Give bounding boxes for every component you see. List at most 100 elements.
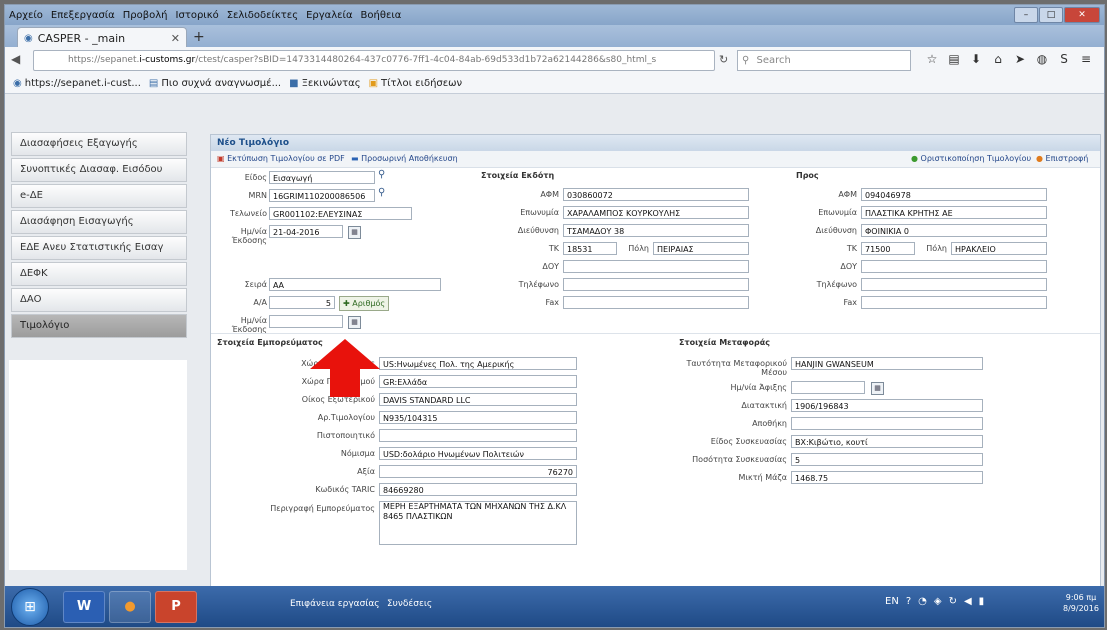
vehicle-field[interactable]: HANJIN GWANSEUM [791, 357, 983, 370]
menu-view[interactable]: Προβολή [119, 10, 172, 21]
gross-mass-field[interactable]: 1468.75 [791, 471, 983, 484]
reading-list-icon[interactable]: ▤ [943, 52, 965, 66]
aa-field[interactable]: 5 [269, 296, 335, 309]
firefox-app-button[interactable]: ● [109, 591, 151, 623]
issue-date-field[interactable]: 21-04-2016 [269, 225, 343, 238]
package-qty-field[interactable]: 5 [791, 453, 983, 466]
recipient-address-field[interactable]: ΦΟΙΝΙΚΙΑ 0 [861, 224, 1047, 237]
print-pdf-button[interactable]: ▣ Εκτύπωση Τιμολογίου σε PDF [217, 151, 345, 167]
language-indicator[interactable]: EN [885, 596, 899, 607]
issuer-afm-field[interactable]: 030860072 [563, 188, 749, 201]
return-button[interactable]: ● Επιστροφή [1036, 151, 1088, 167]
chat-icon[interactable]: ◍ [1031, 52, 1053, 66]
issue-date2-field[interactable] [269, 315, 343, 328]
value-field[interactable]: 76270 [379, 465, 577, 478]
word-app-button[interactable]: W [63, 591, 105, 623]
issuer-address-field[interactable]: ΤΣΑΜΑΔΟΥ 38 [563, 224, 749, 237]
close-icon[interactable]: ✕ [1064, 7, 1100, 23]
issuer-city-field[interactable]: ΠΕΙΡΑΙΑΣ [653, 242, 749, 255]
search-input[interactable]: ⚲ Search [737, 50, 911, 71]
issuer-fax-field[interactable] [563, 296, 749, 309]
currency-field[interactable]: USD:δολάριο Ηνωμένων Πολιτειών [379, 447, 577, 460]
signal-icon[interactable]: ▮ [979, 596, 985, 607]
menu-history[interactable]: Ιστορικό [172, 10, 223, 21]
recipient-doy-field[interactable] [861, 260, 1047, 273]
menu-help[interactable]: Βοήθεια [357, 10, 406, 21]
recipient-phone-field[interactable] [861, 278, 1047, 291]
lookup-search-icon[interactable]: ⚲ [378, 187, 385, 198]
menu-edit[interactable]: Επεξεργασία [47, 10, 119, 21]
skype-icon[interactable]: S [1053, 52, 1075, 66]
calendar-icon[interactable]: ▦ [871, 382, 884, 395]
new-tab-icon[interactable]: + [193, 29, 205, 45]
sync-icon[interactable]: ↻ [949, 596, 957, 607]
bill-field[interactable]: 1906/196843 [791, 399, 983, 412]
recipient-name-field[interactable]: ΠΛΑΣΤΙΚΑ ΚΡΗΤΗΣ ΑΕ [861, 206, 1047, 219]
type-field[interactable]: Εισαγωγή [269, 171, 375, 184]
issuer-doy-field[interactable] [563, 260, 749, 273]
series-field[interactable]: ΑΑ [269, 278, 441, 291]
calendar-icon[interactable]: ▦ [348, 226, 361, 239]
bookmark-item[interactable]: ▤ Πιο συχνά αναγνωσμέ... [149, 78, 281, 89]
lookup-search-icon[interactable]: ⚲ [378, 169, 385, 180]
issuer-tk-field[interactable]: 18531 [563, 242, 617, 255]
invoice-number-field[interactable]: N935/104315 [379, 411, 577, 424]
download-icon[interactable]: ⬇ [965, 52, 987, 66]
number-button[interactable]: ✚ Αριθμός [339, 296, 390, 311]
sidebar-item-invoice[interactable]: Τιμολόγιο [11, 314, 187, 338]
back-icon[interactable]: ◀ [11, 52, 20, 66]
recipient-fax-field[interactable] [861, 296, 1047, 309]
certificate-field[interactable] [379, 429, 577, 442]
recipient-city-field[interactable]: ΗΡΑΚΛΕΙΟ [951, 242, 1047, 255]
sidebar-item-e-de[interactable]: e-ΔΕ [11, 184, 187, 208]
volume-icon[interactable]: ◀ [964, 596, 972, 607]
destination-field[interactable]: GR:Ελλάδα [379, 375, 577, 388]
desktop-toolbar[interactable]: Επιφάνεια εργασίας [290, 599, 380, 609]
menu-icon[interactable]: ≡ [1075, 52, 1097, 66]
temp-save-button[interactable]: ▬ Προσωρινή Αποθήκευση [351, 151, 458, 167]
bookmark-item[interactable]: ◉ https://sepanet.i-cust... [13, 78, 141, 89]
sidebar-item-ede[interactable]: ΕΔΕ Ανευ Στατιστικής Εισαγ [11, 236, 187, 260]
reload-icon[interactable]: ↻ [719, 53, 728, 66]
description-field[interactable]: ΜΕΡΗ ΕΞΑΡΤΗΜΑΤΑ ΤΩΝ ΜΗΧΑΝΩΝ ΤΗΣ Δ.ΚΛ 846… [379, 501, 577, 545]
customs-office-field[interactable]: GR001102:ΕΛΕΥΣΙΝΑΣ [269, 207, 412, 220]
taric-field[interactable]: 84669280 [379, 483, 577, 496]
network-icon[interactable]: ◔ [918, 596, 927, 607]
send-icon[interactable]: ➤ [1009, 52, 1031, 66]
bookmark-item[interactable]: ▣ Τίτλοι ειδήσεων [369, 78, 463, 89]
menu-bookmarks[interactable]: Σελιδοδείκτες [223, 10, 302, 21]
bookmark-star-icon[interactable]: ☆ [921, 52, 943, 66]
sidebar-item-import[interactable]: Διασάφηση Εισαγωγής [11, 210, 187, 234]
home-icon[interactable]: ⌂ [987, 52, 1009, 66]
origin-field[interactable]: US:Ηνωμένες Πολ. της Αμερικής [379, 357, 577, 370]
sidebar-item-entry-summary[interactable]: Συνοπτικές Διασαφ. Εισόδου [11, 158, 187, 182]
minimize-icon[interactable]: – [1014, 7, 1038, 23]
finalize-button[interactable]: ● Οριστικοποίηση Τιμολογίου [911, 151, 1031, 167]
warehouse-field[interactable] [791, 417, 983, 430]
url-bar[interactable]: https://sepanet.i-customs.gr/ctest/caspe… [33, 50, 715, 71]
arrival-date-field[interactable] [791, 381, 865, 394]
tab-close-icon[interactable]: ✕ [171, 32, 180, 45]
sidebar-item-dao[interactable]: ΔΑΟ [11, 288, 187, 312]
sidebar-item-defk[interactable]: ΔΕΦΚ [11, 262, 187, 286]
foreign-house-field[interactable]: DAVIS STANDARD LLC [379, 393, 577, 406]
issuer-name-field[interactable]: ΧΑΡΑΛΑΜΠΟΣ ΚΟΥΡΚΟΥΛΗΣ [563, 206, 749, 219]
shield-icon[interactable]: ◈ [934, 596, 942, 607]
issuer-phone-field[interactable] [563, 278, 749, 291]
maximize-icon[interactable]: □ [1039, 7, 1063, 23]
powerpoint-app-button[interactable]: P [155, 591, 197, 623]
package-type-field[interactable]: BX:Κιβώτιο, κουτί [791, 435, 983, 448]
tab-casper[interactable]: ◉ CASPER - _main ✕ [17, 27, 187, 48]
recipient-tk-field[interactable]: 71500 [861, 242, 915, 255]
bookmark-item[interactable]: ■ Ξεκινώντας [289, 78, 360, 89]
mrn-field[interactable]: 16GRIM110200086506 [269, 189, 375, 202]
help-icon[interactable]: ? [906, 596, 911, 607]
recipient-afm-field[interactable]: 094046978 [861, 188, 1047, 201]
menu-file[interactable]: Αρχείο [5, 10, 47, 21]
sidebar-item-export[interactable]: Διασαφήσεις Εξαγωγής [11, 132, 187, 156]
calendar-icon[interactable]: ▦ [348, 316, 361, 329]
clock[interactable]: 9:06 πμ 8/9/2016 [1063, 592, 1099, 614]
links-toolbar[interactable]: Συνδέσεις [387, 599, 432, 609]
start-button[interactable]: ⊞ [11, 588, 49, 626]
menu-tools[interactable]: Εργαλεία [302, 10, 356, 21]
